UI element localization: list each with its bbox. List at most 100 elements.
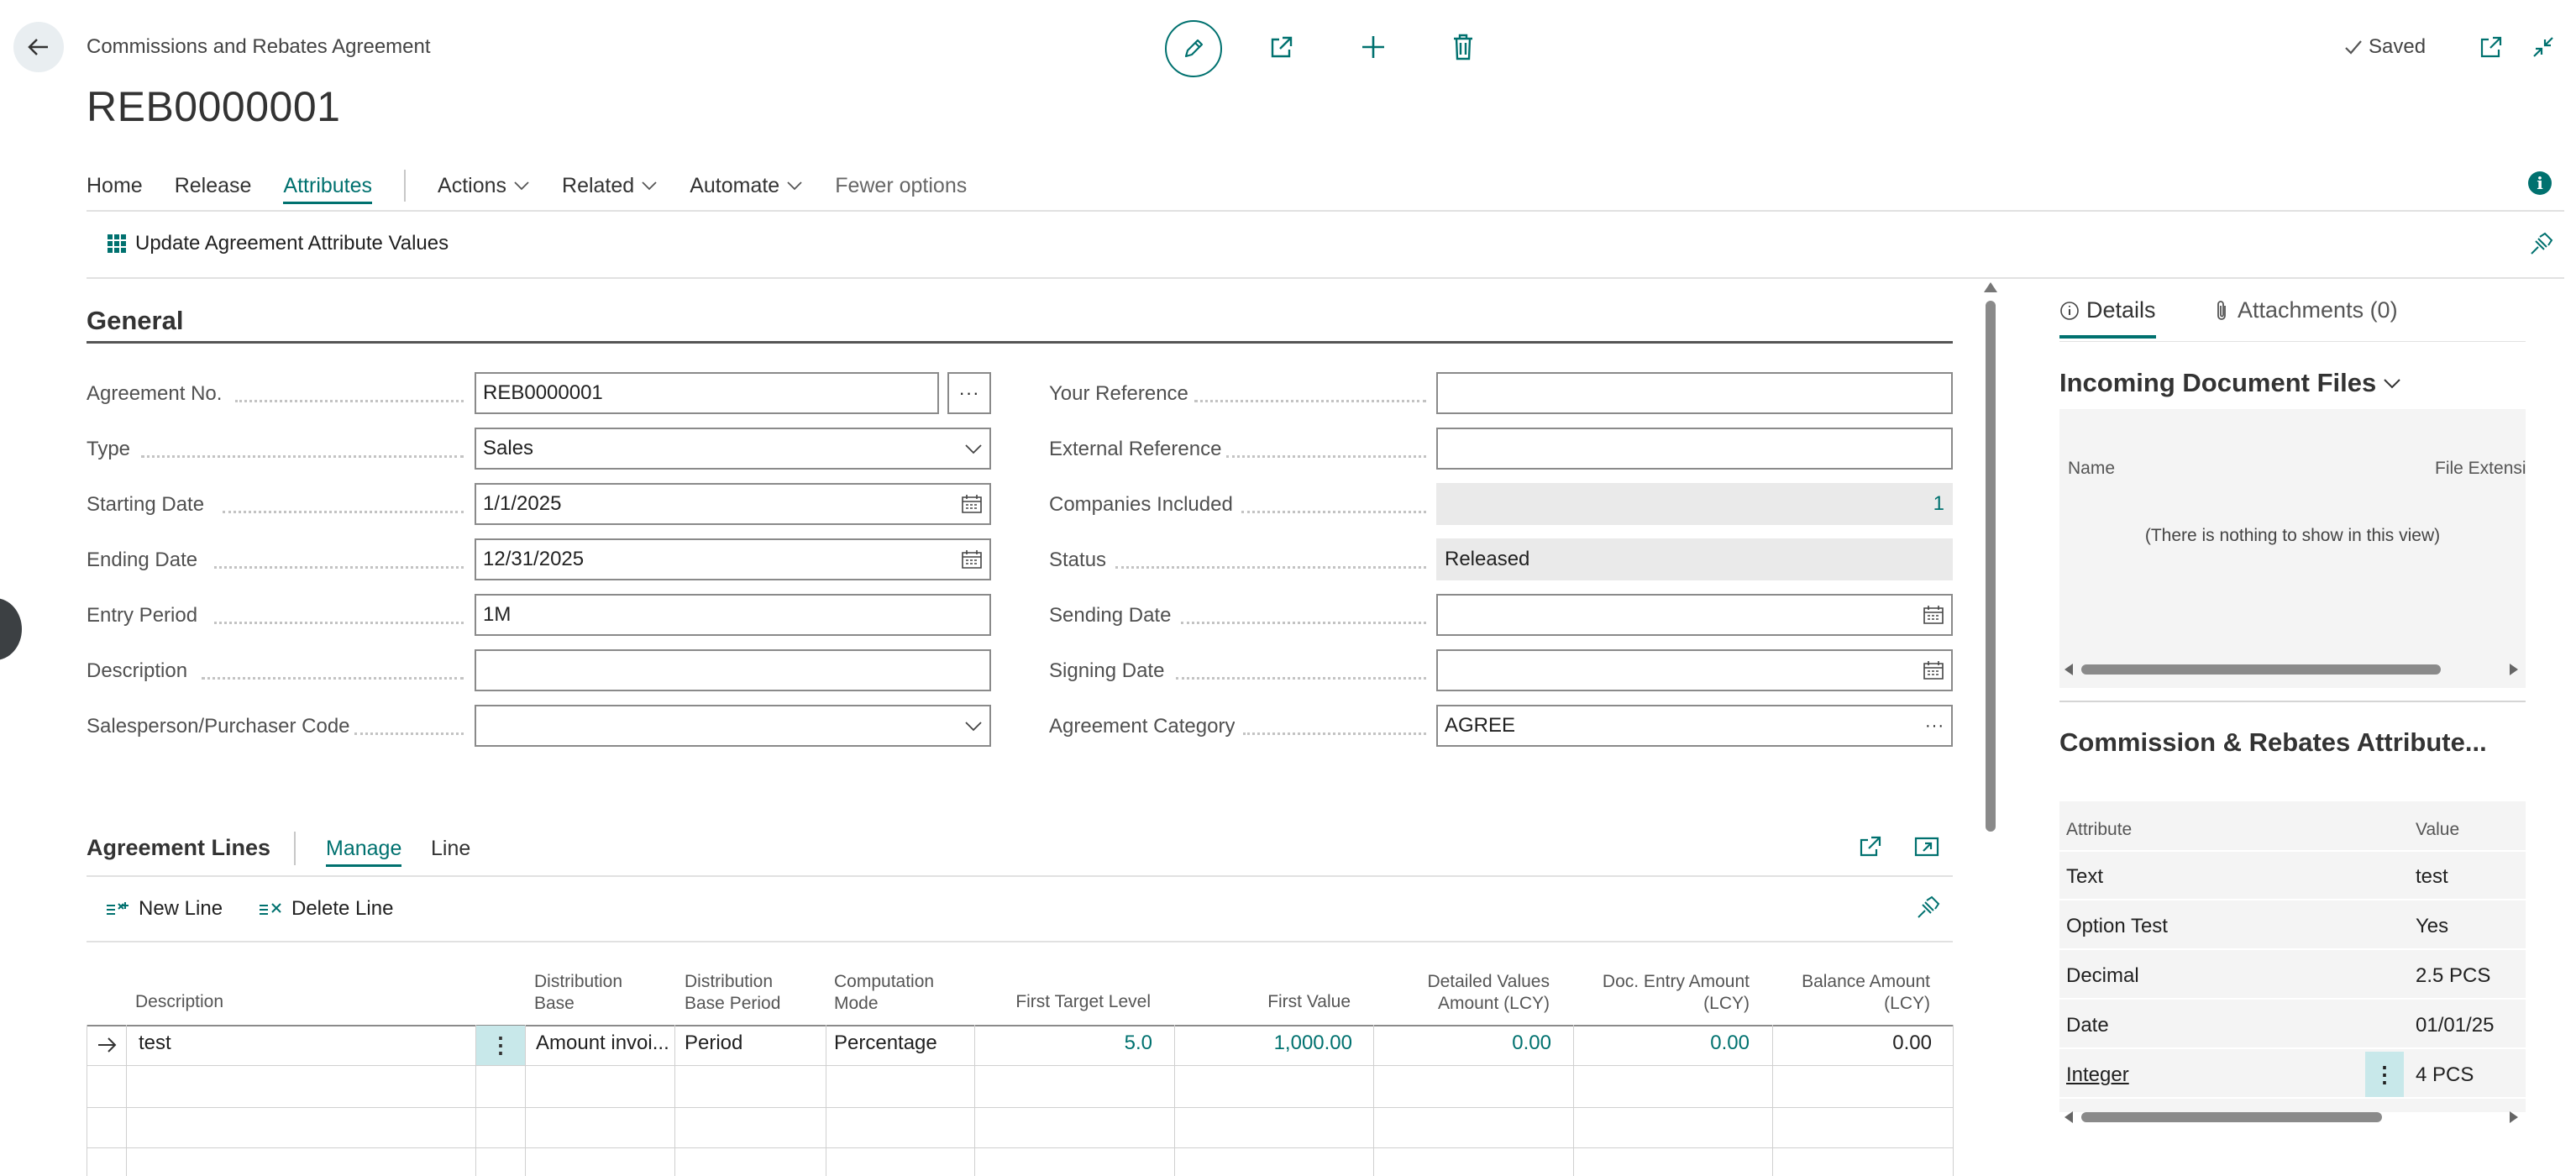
vertical-ellipsis-icon: ⋮	[490, 1032, 512, 1058]
col-value[interactable]: Value	[2416, 820, 2459, 840]
description-field[interactable]	[475, 649, 991, 691]
divider	[2059, 341, 2526, 342]
new-line-button[interactable]: New Line	[105, 897, 223, 921]
col-balance-amount[interactable]: Balance Amount (LCY)	[1772, 971, 1930, 1015]
cell-computation-mode[interactable]: Percentage	[834, 1032, 937, 1055]
menu-related[interactable]: Related	[562, 174, 658, 198]
col-detailed-values-amount[interactable]: Detailed Values Amount (LCY)	[1369, 971, 1550, 1015]
factbox-tab-attachments[interactable]: Attachments (0)	[2214, 297, 2398, 323]
external-reference-field[interactable]	[1436, 428, 1953, 470]
factbox-tab-details[interactable]: Details	[2059, 297, 2156, 339]
scroll-right-icon[interactable]	[2510, 1111, 2518, 1123]
col-name[interactable]: Name	[2068, 459, 2115, 479]
collapse-button[interactable]	[2526, 30, 2560, 64]
label-status: Status	[1049, 549, 1107, 571]
label-dots	[141, 455, 464, 458]
share-button[interactable]	[1265, 30, 1298, 64]
type-select[interactable]: Sales	[475, 428, 991, 470]
cell-doc-entry-amount[interactable]: 0.00	[1573, 1032, 1750, 1055]
lines-pin-button[interactable]	[1915, 895, 1940, 921]
main-scrollbar[interactable]	[1986, 301, 1996, 832]
scroll-up-icon[interactable]	[1984, 282, 1997, 292]
col-computation-mode[interactable]: Computation Mode	[834, 971, 934, 1015]
companies-included-value[interactable]: 1	[1436, 483, 1953, 525]
edit-button[interactable]	[1165, 20, 1222, 77]
attribute-value: test	[2416, 865, 2448, 888]
open-new-window-button[interactable]	[2474, 30, 2508, 64]
attributes-horizontal-scrollbar[interactable]	[2081, 1112, 2382, 1122]
col-distribution-base[interactable]: Distribution Base	[534, 971, 622, 1015]
lines-share-button[interactable]	[1857, 833, 1884, 860]
grid-border	[525, 1025, 526, 1176]
attribute-row-menu-button[interactable]: ⋮	[2365, 1052, 2404, 1097]
cell-distribution-base[interactable]: Amount invoi...	[536, 1032, 669, 1055]
menu-actions[interactable]: Actions	[438, 174, 530, 198]
scroll-left-icon[interactable]	[2064, 1111, 2073, 1123]
fewer-options-button[interactable]: Fewer options	[835, 174, 967, 198]
cell-description[interactable]: test	[139, 1032, 171, 1055]
cell-first-value[interactable]: 1,000.00	[1174, 1032, 1352, 1055]
menu-automate[interactable]: Automate	[690, 174, 803, 198]
signing-date-field[interactable]	[1436, 649, 1953, 691]
tab-attributes[interactable]: Attributes	[283, 174, 373, 204]
lines-expand-button[interactable]	[1913, 833, 1940, 860]
incoming-documents-list	[2059, 409, 2526, 688]
attribute-row[interactable]: Text test	[2059, 852, 2526, 900]
update-attribute-values-button[interactable]: Update Agreement Attribute Values	[107, 232, 449, 255]
row-menu-button[interactable]: ⋮	[476, 1026, 525, 1065]
col-first-target-level[interactable]: First Target Level	[974, 991, 1151, 1013]
attributes-title[interactable]: Commission & Rebates Attribute...	[2059, 727, 2487, 758]
delete-button[interactable]	[1446, 30, 1480, 64]
tab-home[interactable]: Home	[87, 174, 143, 198]
col-doc-entry-amount[interactable]: Doc. Entry Amount (LCY)	[1571, 971, 1750, 1015]
col-file-extension[interactable]: File Extensio	[2435, 459, 2526, 479]
col-attribute[interactable]: Attribute	[2066, 820, 2132, 840]
cell-balance-amount: 0.00	[1892, 1032, 1932, 1054]
arrow-left-icon	[28, 39, 48, 55]
attribute-row[interactable]: Date 01/01/25	[2059, 1000, 2526, 1049]
tab-manage[interactable]: Manage	[326, 837, 402, 867]
agreement-no-field[interactable]: REB0000001	[475, 372, 939, 414]
col-distribution-base-period[interactable]: Distribution Base Period	[685, 971, 780, 1015]
pencil-icon	[1184, 39, 1204, 58]
scroll-left-icon[interactable]	[2064, 664, 2073, 675]
cell-first-target-level[interactable]: 5.0	[974, 1032, 1152, 1055]
attribute-value: Yes	[2416, 915, 2449, 937]
attribute-row[interactable]: Option Test Yes	[2059, 901, 2526, 950]
label-dots	[1115, 566, 1426, 569]
status-value: Released	[1436, 538, 1953, 580]
your-reference-field[interactable]	[1436, 372, 1953, 414]
tab-release[interactable]: Release	[175, 174, 252, 198]
sending-date-field[interactable]	[1436, 594, 1953, 636]
back-button[interactable]	[13, 22, 64, 72]
incoming-documents-title[interactable]: Incoming Document Files	[2059, 368, 2401, 398]
scroll-right-icon[interactable]	[2510, 664, 2518, 675]
entry-period-field[interactable]: 1M	[475, 594, 991, 636]
plus-icon	[1362, 36, 1384, 58]
salesperson-code-select[interactable]	[475, 705, 991, 747]
cell-distribution-base-period[interactable]: Period	[685, 1032, 742, 1055]
new-button[interactable]	[1356, 30, 1390, 64]
attribute-value: 2.5 PCS	[2416, 964, 2491, 987]
attribute-row[interactable]: Integer ⋮ 4 PCS	[2059, 1050, 2526, 1099]
col-first-value[interactable]: First Value	[1176, 991, 1351, 1013]
incoming-horizontal-scrollbar[interactable]	[2081, 664, 2441, 675]
ellipsis-icon[interactable]: ···	[1925, 717, 1944, 736]
attribute-name-link[interactable]: Integer	[2066, 1063, 2129, 1087]
cell-detailed-values-amount[interactable]: 0.00	[1373, 1032, 1551, 1055]
agreement-category-field[interactable]: AGREE ···	[1436, 705, 1953, 747]
pin-button[interactable]	[2528, 232, 2553, 257]
tab-line[interactable]: Line	[431, 837, 470, 861]
starting-date-field[interactable]: 1/1/2025	[475, 483, 991, 525]
label-companies-included: Companies Included	[1049, 493, 1233, 516]
delete-line-button[interactable]: Delete Line	[258, 897, 393, 921]
attribute-row[interactable]: Decimal 2.5 PCS	[2059, 951, 2526, 1000]
col-description[interactable]: Description	[135, 991, 223, 1013]
lookup-button[interactable]: ···	[947, 372, 991, 414]
grid-border	[126, 1025, 127, 1176]
info-icon[interactable]: i	[2528, 171, 2552, 195]
divider	[87, 941, 1953, 942]
ending-date-field[interactable]: 12/31/2025	[475, 538, 991, 580]
label-starting-date: Starting Date	[87, 493, 205, 516]
side-panel-toggle[interactable]	[0, 598, 22, 660]
